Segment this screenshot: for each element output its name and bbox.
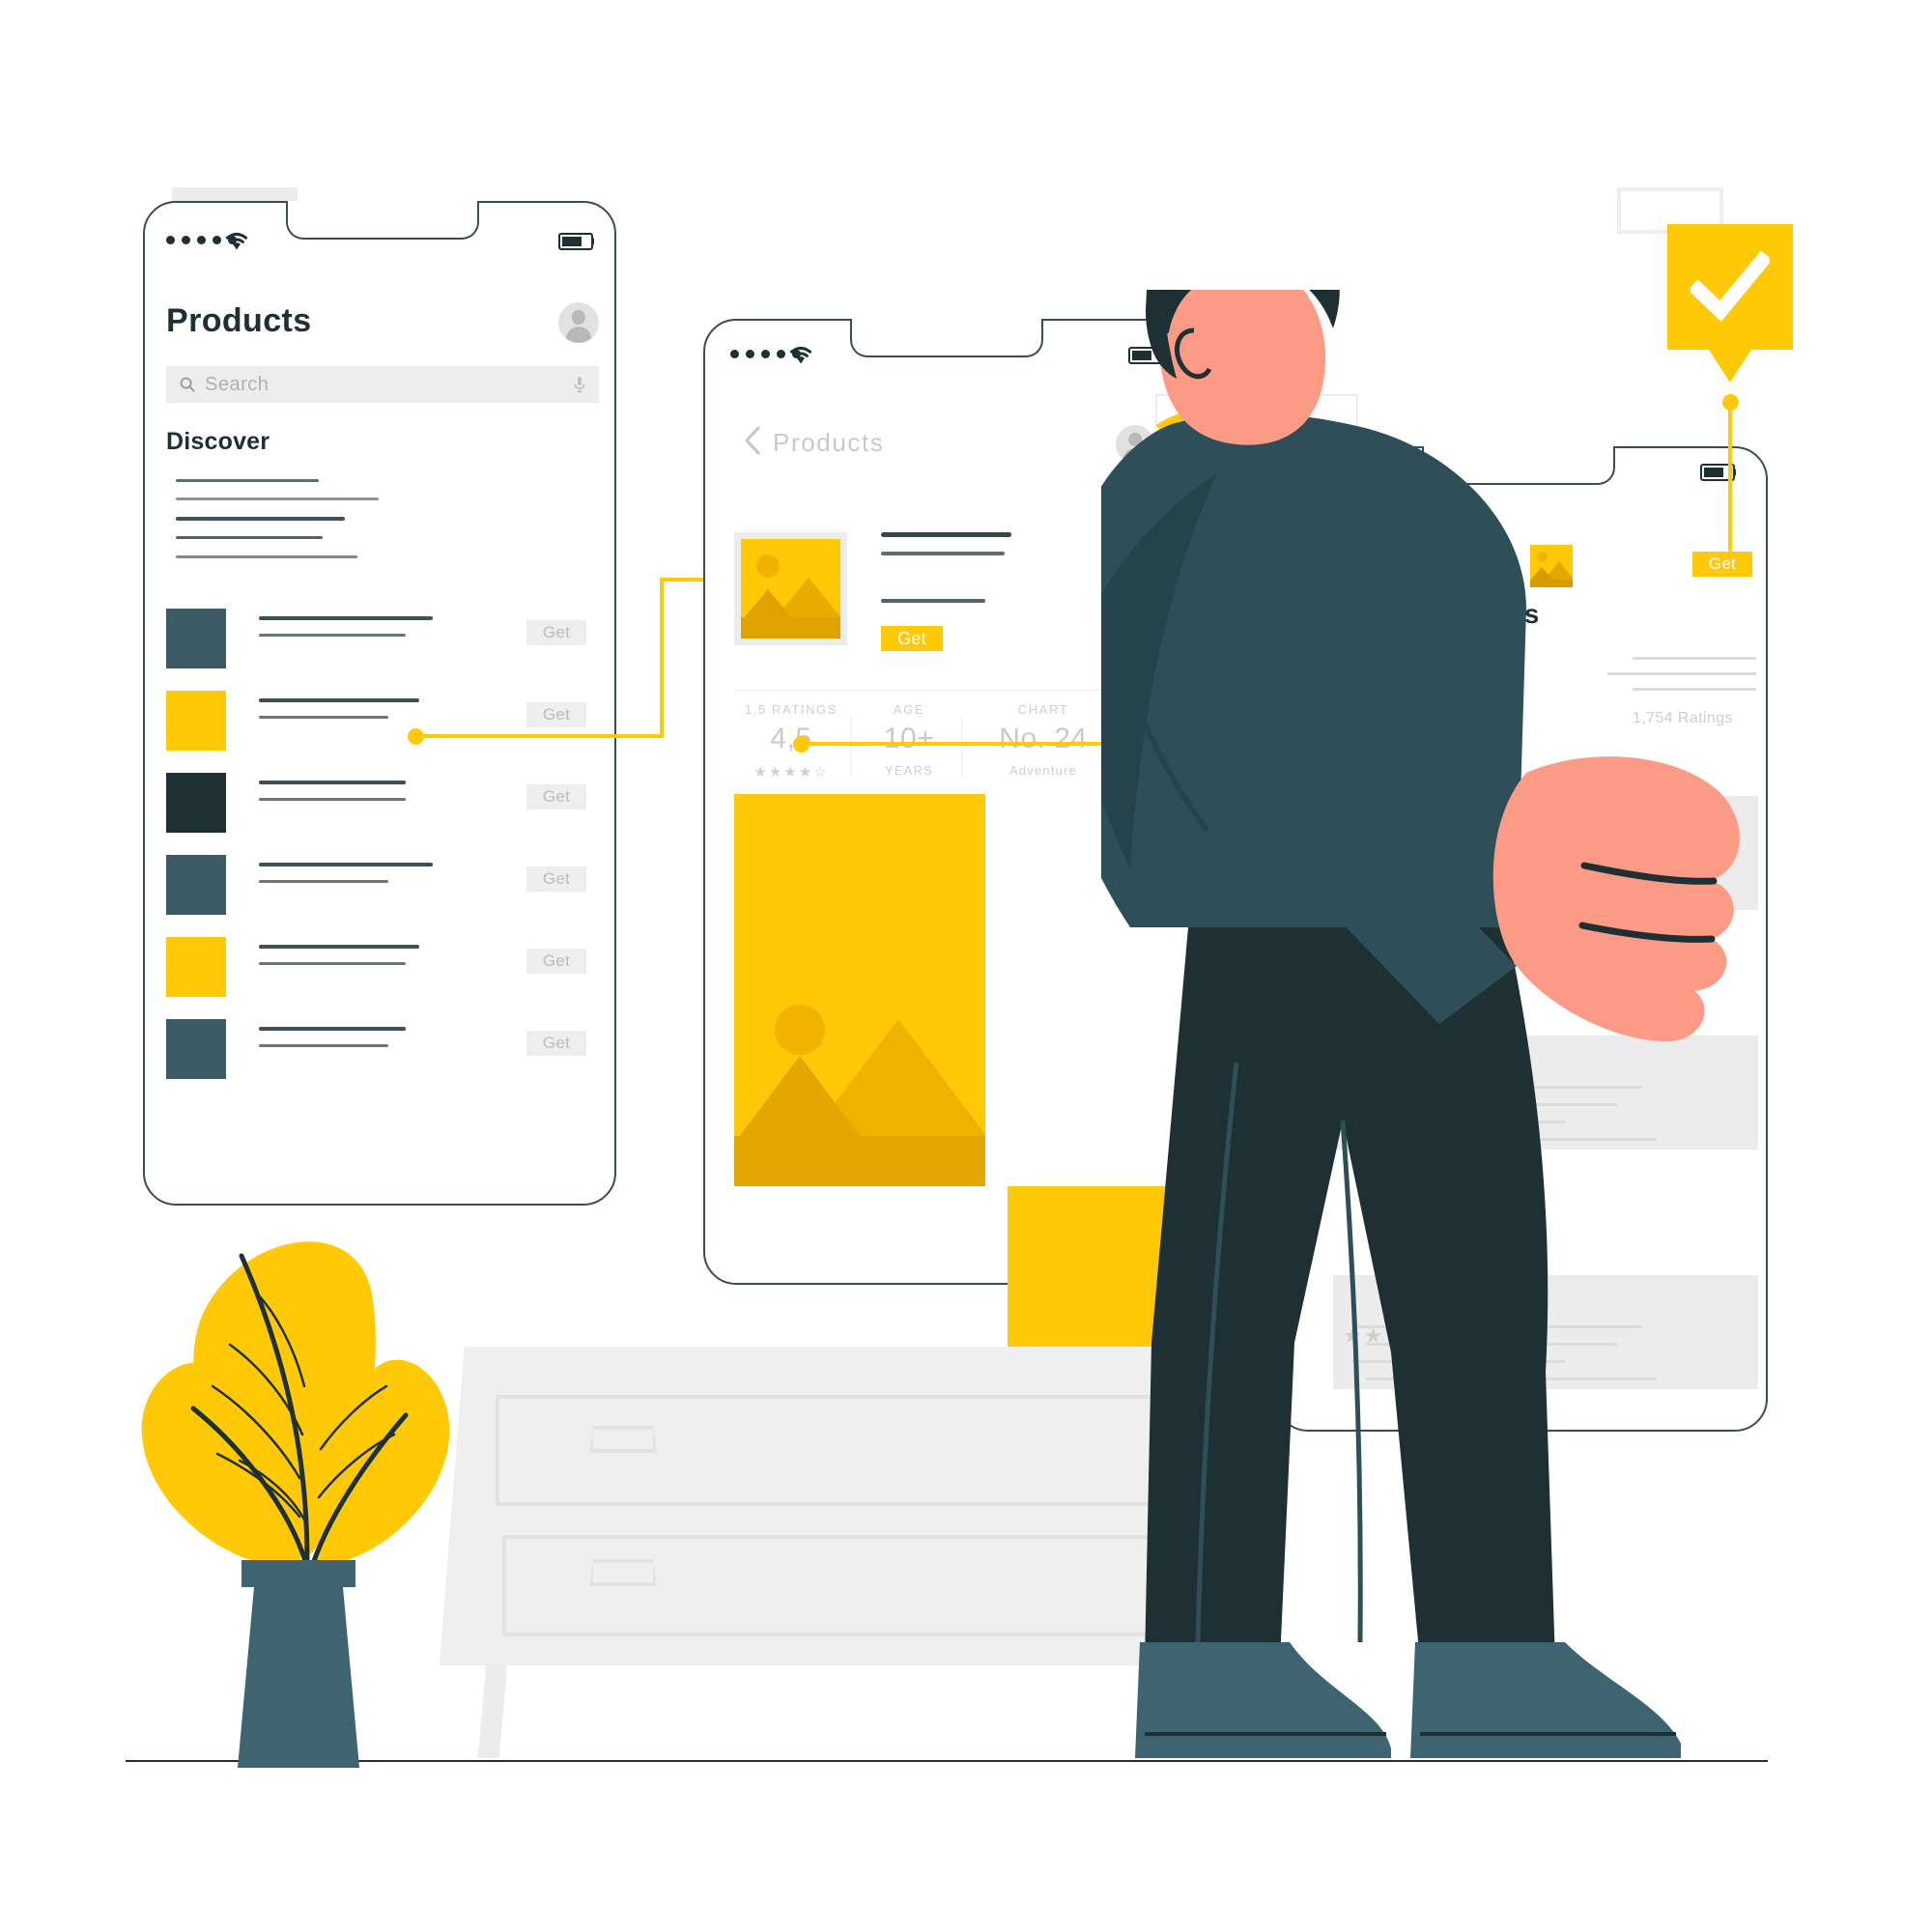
metric-label: CHART <box>1017 702 1069 717</box>
potted-plant <box>116 1188 464 1768</box>
image-placeholder-icon <box>741 539 840 639</box>
product-title-line <box>259 863 433 867</box>
nav-title: Products <box>773 428 885 457</box>
product-title-line <box>259 945 419 949</box>
detail-title-line <box>881 552 1005 555</box>
phone1-notch <box>286 201 479 240</box>
metric-sub: YEARS <box>884 763 934 778</box>
person-hand <box>1492 756 1740 1041</box>
product-sub-line <box>259 798 406 801</box>
person-pants <box>1145 927 1555 1662</box>
product-title-line <box>259 781 406 784</box>
wifi-icon <box>789 346 812 364</box>
get-button[interactable]: Get <box>526 867 586 892</box>
metric-label: 1,5 RATINGS <box>744 702 838 717</box>
get-button[interactable]: Get <box>526 1031 586 1056</box>
screenshot-ground <box>734 1136 985 1186</box>
get-button[interactable]: Get <box>526 949 586 974</box>
dresser-drawer-handle <box>589 1559 657 1586</box>
metric-sub: Adventure <box>1009 763 1078 778</box>
product-title-line <box>259 616 433 620</box>
product-sub-line <box>259 634 406 637</box>
connector-phone2-to-phone3 <box>802 742 1130 746</box>
product-icon[interactable] <box>166 855 226 915</box>
get-button[interactable]: Get <box>526 784 586 810</box>
product-sub-line <box>259 962 406 965</box>
product-title-line <box>259 1027 406 1031</box>
metric-value: 10+ <box>883 723 935 754</box>
product-icon[interactable] <box>166 1019 226 1079</box>
product-sub-line <box>259 880 388 883</box>
metric-divider <box>961 717 962 779</box>
metric-label: AGE <box>893 702 925 717</box>
screenshot-1[interactable] <box>734 794 985 1186</box>
get-button[interactable]: Get <box>881 626 943 651</box>
metrics-top-divider <box>734 690 1138 691</box>
person-shoe-right <box>1410 1642 1681 1758</box>
metric-value: 4,5 <box>770 723 812 754</box>
plant-pot-body <box>238 1587 359 1768</box>
detail-title-line <box>881 532 1011 537</box>
connector-phone1-to-phone2-h1 <box>415 734 664 738</box>
product-sub-line <box>259 716 388 719</box>
dresser-drawer-handle <box>589 1426 657 1453</box>
phone2-notch <box>850 319 1043 357</box>
plant-leaves <box>141 1241 450 1568</box>
chevron-left-icon[interactable] <box>744 426 761 455</box>
account-avatar-icon[interactable] <box>558 302 599 343</box>
detail-sub-line <box>881 599 985 603</box>
metric-value: No. 24 <box>999 723 1088 754</box>
product-icon[interactable] <box>166 937 226 997</box>
product-sub-line <box>259 1044 388 1047</box>
get-button[interactable]: Get <box>526 620 586 645</box>
metric-divider <box>850 717 851 779</box>
screenshot-gallery <box>0 0 1259 1578</box>
get-button[interactable]: Get <box>526 702 586 727</box>
plant-pot-rim <box>242 1560 355 1587</box>
microphone-icon[interactable] <box>574 376 585 393</box>
metric-stars: ★★★★☆ <box>753 764 829 781</box>
person-shoe-left <box>1135 1642 1391 1758</box>
illustration-canvas: Products Search Discover Get Get Get Get Get… <box>0 0 1932 1932</box>
battery-icon <box>558 233 594 250</box>
connector-phone1-to-phone2-v <box>660 578 664 738</box>
person-standing <box>1051 213 1874 1768</box>
product-title-line <box>259 698 419 702</box>
